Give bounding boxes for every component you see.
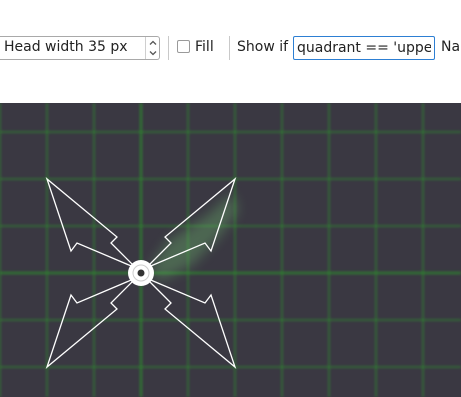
spin-buttons [145,37,159,59]
fill-label: Fill [195,39,214,55]
center-dot [137,269,145,277]
chevron-down-icon[interactable] [148,48,158,58]
drawing-canvas[interactable] [0,103,461,397]
canvas-svg [0,103,461,397]
head-width-spinbox[interactable]: Head width 35 px [0,36,160,60]
toolbar-separator [229,36,230,60]
show-if-input[interactable] [293,36,435,60]
show-if-label: Show if [237,39,289,55]
fill-checkbox[interactable] [177,40,190,53]
chevron-up-icon[interactable] [148,38,158,48]
name-label: Nar [441,39,461,55]
toolbar-separator [168,36,169,60]
head-width-value[interactable]: Head width 35 px [4,39,128,55]
toolbar: Head width 35 px Fill Show if Nar [0,0,461,103]
